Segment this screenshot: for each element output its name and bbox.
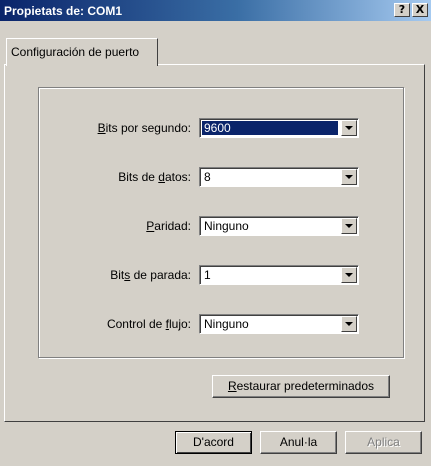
bits-per-second-label: Bits por segundo:: [97, 121, 191, 135]
parity-value: Ninguno: [204, 219, 249, 233]
tab-port-settings[interactable]: Configuración de puerto: [6, 38, 158, 66]
chevron-down-icon[interactable]: [341, 267, 357, 283]
chevron-down-icon[interactable]: [341, 120, 357, 136]
chevron-down-icon[interactable]: [341, 316, 357, 332]
flow-control-select[interactable]: Ninguno: [199, 314, 359, 334]
parity-label: Paridad:: [146, 219, 191, 233]
close-button[interactable]: X: [412, 3, 428, 17]
chevron-down-icon[interactable]: [341, 169, 357, 185]
ok-button[interactable]: D'acord: [175, 431, 252, 454]
chevron-down-icon[interactable]: [341, 218, 357, 234]
title-bar: Propietats de: COM1 ? X: [0, 0, 431, 21]
cancel-button[interactable]: Anul·la: [260, 431, 337, 454]
flow-control-value: Ninguno: [204, 317, 249, 331]
flow-control-label: Control de flujo:: [106, 317, 191, 331]
tab-label: Configuración de puerto: [11, 45, 140, 59]
bits-per-second-value: 9600: [202, 121, 338, 135]
stop-bits-select[interactable]: 1: [199, 265, 359, 285]
stop-bits-label: Bits de parada:: [110, 268, 191, 282]
help-button[interactable]: ?: [394, 3, 410, 17]
port-settings-group: Bits por segundo: 9600 Bits de datos: 8 …: [38, 87, 404, 358]
restore-defaults-button[interactable]: Restaurar predeterminados: [212, 375, 390, 398]
window-title: Propietats de: COM1: [4, 4, 123, 18]
data-bits-select[interactable]: 8: [199, 167, 359, 187]
data-bits-value: 8: [204, 170, 211, 184]
apply-button[interactable]: Aplica: [345, 431, 422, 454]
data-bits-label: Bits de datos:: [118, 170, 191, 184]
parity-select[interactable]: Ninguno: [199, 216, 359, 236]
stop-bits-value: 1: [204, 268, 211, 282]
bits-per-second-select[interactable]: 9600: [199, 118, 359, 138]
